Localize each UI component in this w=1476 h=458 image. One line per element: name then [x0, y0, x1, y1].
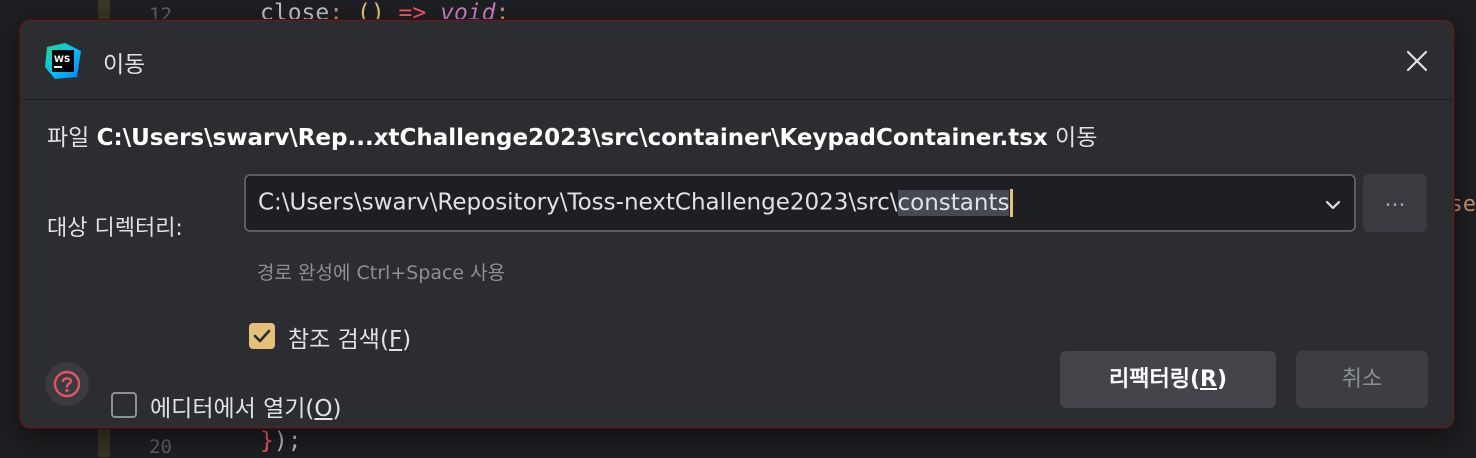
- file-suffix: 이동: [1055, 125, 1097, 151]
- move-description: 파일 C:\Users\swarv\Rep...xtChallenge2023\…: [47, 118, 1097, 152]
- path-completion-hint: 경로 완성에 Ctrl+Space 사용: [257, 258, 505, 285]
- search-references-label[interactable]: 참조 검색(F): [288, 320, 411, 354]
- move-file-dialog: WS 이동 파일 C:\Users\swarv\Rep...xtChalleng…: [20, 20, 1454, 428]
- webstorm-app-icon: WS: [45, 43, 81, 79]
- close-icon: [1406, 50, 1428, 72]
- code-line-20: });: [260, 428, 302, 454]
- text-caret: [1010, 189, 1013, 217]
- help-button[interactable]: [45, 362, 89, 406]
- help-icon: [52, 369, 82, 399]
- svg-text:WS: WS: [54, 55, 70, 65]
- target-directory-label: 대상 디렉터리:: [47, 210, 183, 242]
- file-path: C:\Users\swarv\Rep...xtChallenge2023\src…: [97, 125, 1048, 151]
- search-references-checkbox[interactable]: [249, 323, 275, 349]
- file-prefix: 파일: [47, 125, 89, 151]
- selected-text: constants: [898, 190, 1010, 216]
- target-directory-combobox[interactable]: C:\Users\swarv\Repository\Toss-nextChall…: [244, 174, 1356, 232]
- cancel-button[interactable]: 취소: [1296, 351, 1428, 408]
- refactor-button[interactable]: 리팩터링(R): [1060, 351, 1276, 408]
- checkmark-icon: [249, 323, 275, 349]
- open-in-editor-label[interactable]: 에디터에서 열기(O): [150, 389, 342, 423]
- dialog-titlebar: WS 이동: [21, 21, 1453, 100]
- dialog-body: 파일 C:\Users\swarv\Rep...xtChallenge2023\…: [21, 100, 1453, 427]
- open-in-editor-checkbox[interactable]: [111, 392, 137, 418]
- close-button[interactable]: [1399, 43, 1435, 79]
- chevron-down-icon[interactable]: [1322, 194, 1344, 216]
- dialog-title: 이동: [103, 45, 145, 79]
- browse-button[interactable]: ...: [1363, 174, 1427, 232]
- line-number: 20: [110, 436, 172, 458]
- target-directory-input[interactable]: C:\Users\swarv\Repository\Toss-nextChall…: [258, 189, 1013, 217]
